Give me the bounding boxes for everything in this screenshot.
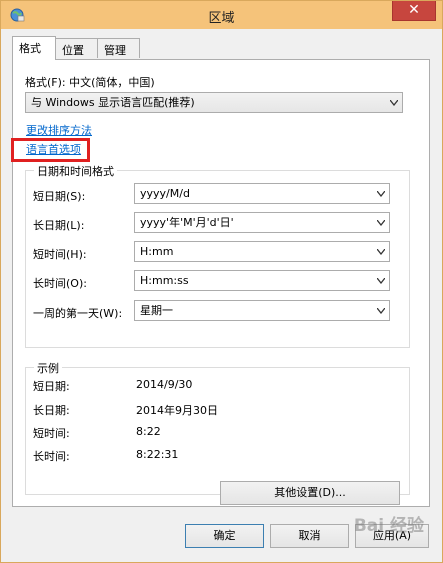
tab-administrative[interactable]: 管理 bbox=[97, 38, 140, 58]
chevron-down-icon bbox=[377, 278, 385, 284]
example-short-date-value: 2014/9/30 bbox=[136, 378, 193, 391]
example-long-date-label: 长日期: bbox=[33, 404, 70, 417]
change-sort-link[interactable]: 更改排序方法 bbox=[26, 122, 92, 138]
chevron-down-icon bbox=[390, 100, 398, 106]
example-short-date-label: 短日期: bbox=[33, 380, 70, 393]
tab-format[interactable]: 格式 bbox=[12, 36, 56, 60]
title-bar[interactable]: 区域 ✕ bbox=[1, 1, 442, 29]
baidu-watermark: Bai 经验 bbox=[353, 516, 424, 536]
long-time-value: H:mm:ss bbox=[140, 274, 189, 287]
ok-button[interactable]: 确定 bbox=[185, 524, 264, 548]
long-time-label: 长时间(O): bbox=[33, 277, 87, 290]
example-short-time-value: 8:22 bbox=[136, 425, 161, 438]
window-title: 区域 bbox=[208, 11, 235, 26]
chevron-down-icon bbox=[377, 308, 385, 314]
close-button[interactable]: ✕ bbox=[392, 1, 436, 21]
long-date-value: yyyy'年'M'月'd'日' bbox=[140, 216, 234, 229]
example-long-time-value: 8:22:31 bbox=[136, 448, 179, 461]
format-tab-panel: 格式(F): 中文(简体，中国) 与 Windows 显示语言匹配(推荐) 更改… bbox=[12, 59, 430, 507]
dialog-client-area: 格式 位置 管理 格式(F): 中文(简体，中国) 与 Windows 显示语言… bbox=[8, 29, 436, 557]
region-dialog: 区域 ✕ 格式 位置 管理 格式(F): 中文(简体，中国) 与 Windows… bbox=[0, 0, 443, 563]
short-date-label: 短日期(S): bbox=[33, 190, 86, 203]
datetime-format-group: 日期和时间格式 短日期(S): yyyy/M/d 长日期(L): yyyy'年'… bbox=[25, 163, 410, 348]
first-day-of-week-select[interactable]: 星期一 bbox=[134, 300, 390, 321]
chevron-down-icon bbox=[377, 191, 385, 197]
long-date-label: 长日期(L): bbox=[33, 219, 85, 232]
examples-group-title: 示例 bbox=[34, 360, 62, 376]
long-time-select[interactable]: H:mm:ss bbox=[134, 270, 390, 291]
datetime-group-title: 日期和时间格式 bbox=[34, 163, 117, 179]
short-time-select[interactable]: H:mm bbox=[134, 241, 390, 262]
short-time-label: 短时间(H): bbox=[33, 248, 87, 261]
chevron-down-icon bbox=[377, 249, 385, 255]
example-short-time-label: 短时间: bbox=[33, 427, 70, 440]
short-time-value: H:mm bbox=[140, 245, 174, 258]
example-long-date-value: 2014年9月30日 bbox=[136, 404, 218, 417]
format-select[interactable]: 与 Windows 显示语言匹配(推荐) bbox=[25, 92, 403, 113]
chevron-down-icon bbox=[377, 220, 385, 226]
long-date-select[interactable]: yyyy'年'M'月'd'日' bbox=[134, 212, 390, 233]
first-day-of-week-value: 星期一 bbox=[140, 304, 173, 317]
example-long-time-label: 长时间: bbox=[33, 450, 70, 463]
short-date-select[interactable]: yyyy/M/d bbox=[134, 183, 390, 204]
format-label: 格式(F): 中文(简体，中国) bbox=[25, 76, 155, 89]
examples-group: 示例 短日期: 2014/9/30 长日期: 2014年9月30日 短时间: 8… bbox=[25, 360, 410, 495]
tab-location[interactable]: 位置 bbox=[55, 38, 98, 58]
short-date-value: yyyy/M/d bbox=[140, 187, 190, 200]
cancel-button[interactable]: 取消 bbox=[270, 524, 349, 548]
red-highlight-box bbox=[11, 138, 90, 162]
other-settings-button[interactable]: 其他设置(D)... bbox=[220, 481, 400, 505]
first-day-of-week-label: 一周的第一天(W): bbox=[33, 307, 123, 320]
format-select-value: 与 Windows 显示语言匹配(推荐) bbox=[31, 96, 195, 109]
